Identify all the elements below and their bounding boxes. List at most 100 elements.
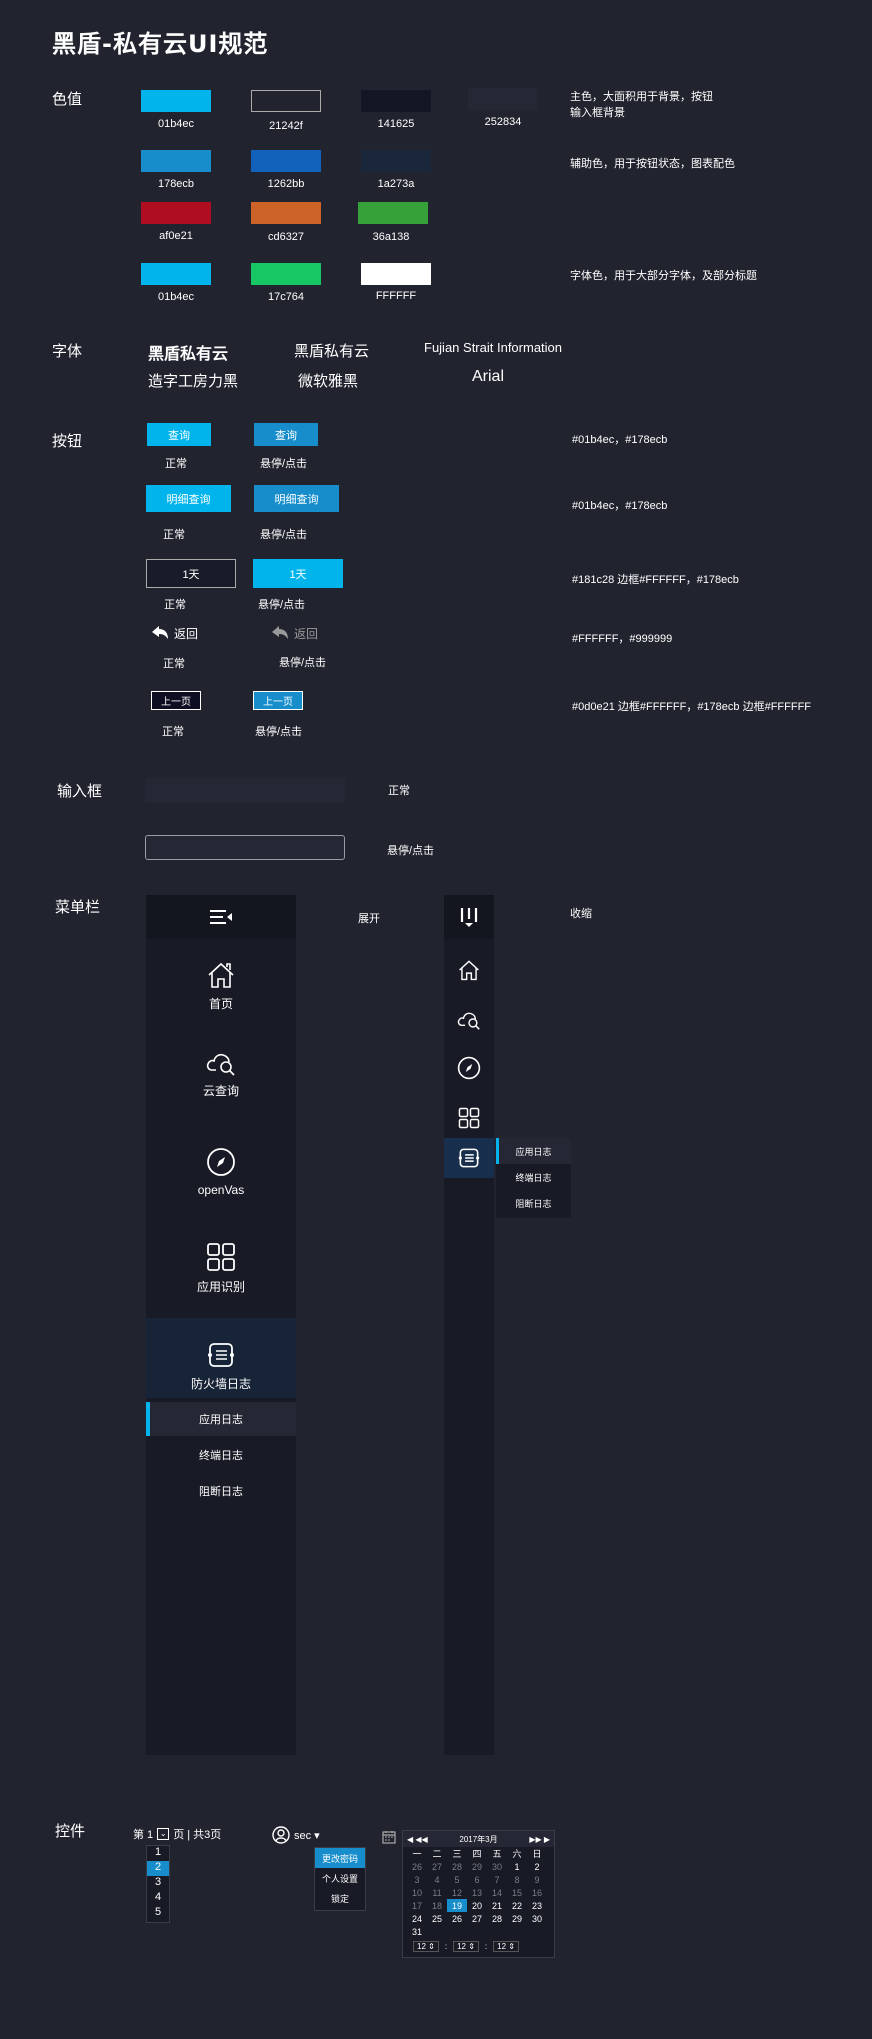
- calendar-day[interactable]: 2: [527, 1860, 547, 1873]
- sidebar-item-app-recognition[interactable]: 应用识别: [146, 1242, 296, 1295]
- pager-option[interactable]: 5: [147, 1906, 169, 1921]
- calendar-weekday: 五: [492, 1849, 502, 1859]
- text-input[interactable]: [145, 778, 345, 803]
- calendar-day[interactable]: 24: [407, 1912, 427, 1925]
- calendar-day[interactable]: 7: [487, 1873, 507, 1886]
- sidebar-item-firewall-log[interactable]: 防火墙日志: [146, 1341, 296, 1392]
- sidebar-subitem[interactable]: 终端日志: [146, 1438, 296, 1472]
- user-menu-trigger[interactable]: sec ▾: [272, 1826, 320, 1844]
- state-label: 悬停/点击: [258, 599, 306, 611]
- detail-query-button-hover[interactable]: 明细查询: [254, 485, 339, 512]
- pager-option[interactable]: 3: [147, 1876, 169, 1891]
- pager-option[interactable]: 4: [147, 1891, 169, 1906]
- home-icon: [208, 962, 234, 988]
- color-label: 141625: [377, 118, 415, 130]
- calendar-day-selected[interactable]: 19: [447, 1899, 467, 1912]
- button-note: #181c28 边框#FFFFFF，#178ecb: [572, 574, 739, 586]
- one-day-button[interactable]: 1天: [146, 559, 236, 588]
- pager-option-selected[interactable]: 2: [147, 1861, 169, 1876]
- font-sample: 黑盾私有云: [294, 343, 370, 360]
- sidebar-item-label: 首页: [208, 997, 233, 1011]
- back-button-hover[interactable]: 返回: [270, 624, 318, 642]
- flyout-item-active[interactable]: 应用日志: [496, 1138, 571, 1164]
- calendar-next-icon[interactable]: ▶▶ ▶: [529, 1835, 550, 1844]
- calendar-day[interactable]: 13: [467, 1886, 487, 1899]
- sidebar-item-home[interactable]: 首页: [146, 961, 296, 1012]
- sidebar-subitem[interactable]: 阻断日志: [146, 1474, 296, 1508]
- sidebar-collapsed-cloud-query[interactable]: [444, 999, 494, 1039]
- calendar-day[interactable]: 15: [507, 1886, 527, 1899]
- minute-select[interactable]: 12 ⇕: [453, 1941, 479, 1952]
- calendar-day[interactable]: 25: [427, 1912, 447, 1925]
- sidebar-item-openvas[interactable]: openVas: [146, 1147, 296, 1197]
- calendar-day[interactable]: 26: [447, 1912, 467, 1925]
- section-label-controls: 控件: [55, 1823, 86, 1840]
- query-button-hover[interactable]: 查询: [254, 423, 318, 446]
- menu-item-settings[interactable]: 个人设置: [315, 1868, 365, 1888]
- calendar-day[interactable]: 21: [487, 1899, 507, 1912]
- calendar-day[interactable]: 28: [487, 1912, 507, 1925]
- calendar-day[interactable]: 9: [527, 1873, 547, 1886]
- color-swatch: [251, 202, 321, 224]
- calendar-day[interactable]: 5: [447, 1873, 467, 1886]
- second-select[interactable]: 12 ⇕: [493, 1941, 519, 1952]
- calendar-day[interactable]: 29: [467, 1860, 487, 1873]
- calendar-day[interactable]: 27: [427, 1860, 447, 1873]
- calendar-day[interactable]: 6: [467, 1873, 487, 1886]
- calendar-day[interactable]: 27: [467, 1912, 487, 1925]
- calendar-day[interactable]: 1: [507, 1860, 527, 1873]
- prev-page-button-hover[interactable]: 上一页: [253, 691, 303, 710]
- sidebar-collapsed-openvas[interactable]: [444, 1048, 494, 1088]
- calendar-prev-icon[interactable]: ◀ ◀◀: [407, 1835, 428, 1844]
- color-label: 1a273a: [377, 178, 415, 190]
- font-sample: 微软雅黑: [298, 373, 359, 390]
- flyout-item[interactable]: 阻断日志: [496, 1190, 571, 1216]
- calendar-day[interactable]: 12: [447, 1886, 467, 1899]
- calendar-day[interactable]: 17: [407, 1899, 427, 1912]
- color-label: 1262bb: [267, 178, 305, 190]
- calendar-day[interactable]: 20: [467, 1899, 487, 1912]
- calendar-day[interactable]: 22: [507, 1899, 527, 1912]
- calendar-day[interactable]: 8: [507, 1873, 527, 1886]
- calendar-day[interactable]: 10: [407, 1886, 427, 1899]
- calendar-day[interactable]: 16: [527, 1886, 547, 1899]
- query-button[interactable]: 查询: [147, 423, 211, 446]
- calendar-day[interactable]: 28: [447, 1860, 467, 1873]
- sidebar-item-cloud-query[interactable]: 云查询: [146, 1048, 296, 1099]
- sidebar-collapsed-firewall-log[interactable]: [444, 1138, 494, 1178]
- prev-page-button[interactable]: 上一页: [151, 691, 201, 710]
- calendar-day[interactable]: 18: [427, 1899, 447, 1912]
- sidebar-expand-toggle[interactable]: [444, 895, 494, 939]
- calendar-day: [507, 1925, 527, 1938]
- calendar-day[interactable]: 23: [527, 1899, 547, 1912]
- menu-item-change-password[interactable]: 更改密码: [315, 1848, 365, 1868]
- sidebar-subitem-active[interactable]: 应用日志: [146, 1402, 296, 1436]
- calendar-day: [487, 1925, 507, 1938]
- calendar-day[interactable]: 29: [507, 1912, 527, 1925]
- back-button[interactable]: 返回: [150, 624, 198, 642]
- calendar-day[interactable]: 31: [407, 1925, 427, 1938]
- calendar-day[interactable]: 4: [427, 1873, 447, 1886]
- sidebar-collapsed-app-recognition[interactable]: [444, 1098, 494, 1138]
- hour-select[interactable]: 12 ⇕: [413, 1941, 439, 1952]
- sidebar-toggle[interactable]: [146, 895, 296, 939]
- calendar-day[interactable]: 26: [407, 1860, 427, 1873]
- one-day-button-hover[interactable]: 1天: [253, 559, 343, 588]
- color-swatch: [361, 263, 431, 285]
- flyout-item[interactable]: 终端日志: [496, 1164, 571, 1190]
- calendar-day[interactable]: 30: [487, 1860, 507, 1873]
- calendar-icon[interactable]: [382, 1830, 396, 1847]
- sidebar-collapsed-home[interactable]: [444, 950, 494, 990]
- calendar-day[interactable]: 11: [427, 1886, 447, 1899]
- detail-query-button[interactable]: 明细查询: [146, 485, 231, 512]
- pager-option[interactable]: 1: [147, 1846, 169, 1861]
- color-swatch: [361, 90, 431, 112]
- text-input-hover[interactable]: [145, 835, 345, 860]
- color-swatch: [358, 202, 428, 224]
- calendar-day[interactable]: 30: [527, 1912, 547, 1925]
- calendar-day[interactable]: 14: [487, 1886, 507, 1899]
- state-label: 悬停/点击: [260, 529, 308, 541]
- menu-item-lock[interactable]: 锁定: [315, 1888, 365, 1908]
- calendar-day[interactable]: 3: [407, 1873, 427, 1886]
- pager-dropdown-icon[interactable]: ⌄: [157, 1828, 170, 1840]
